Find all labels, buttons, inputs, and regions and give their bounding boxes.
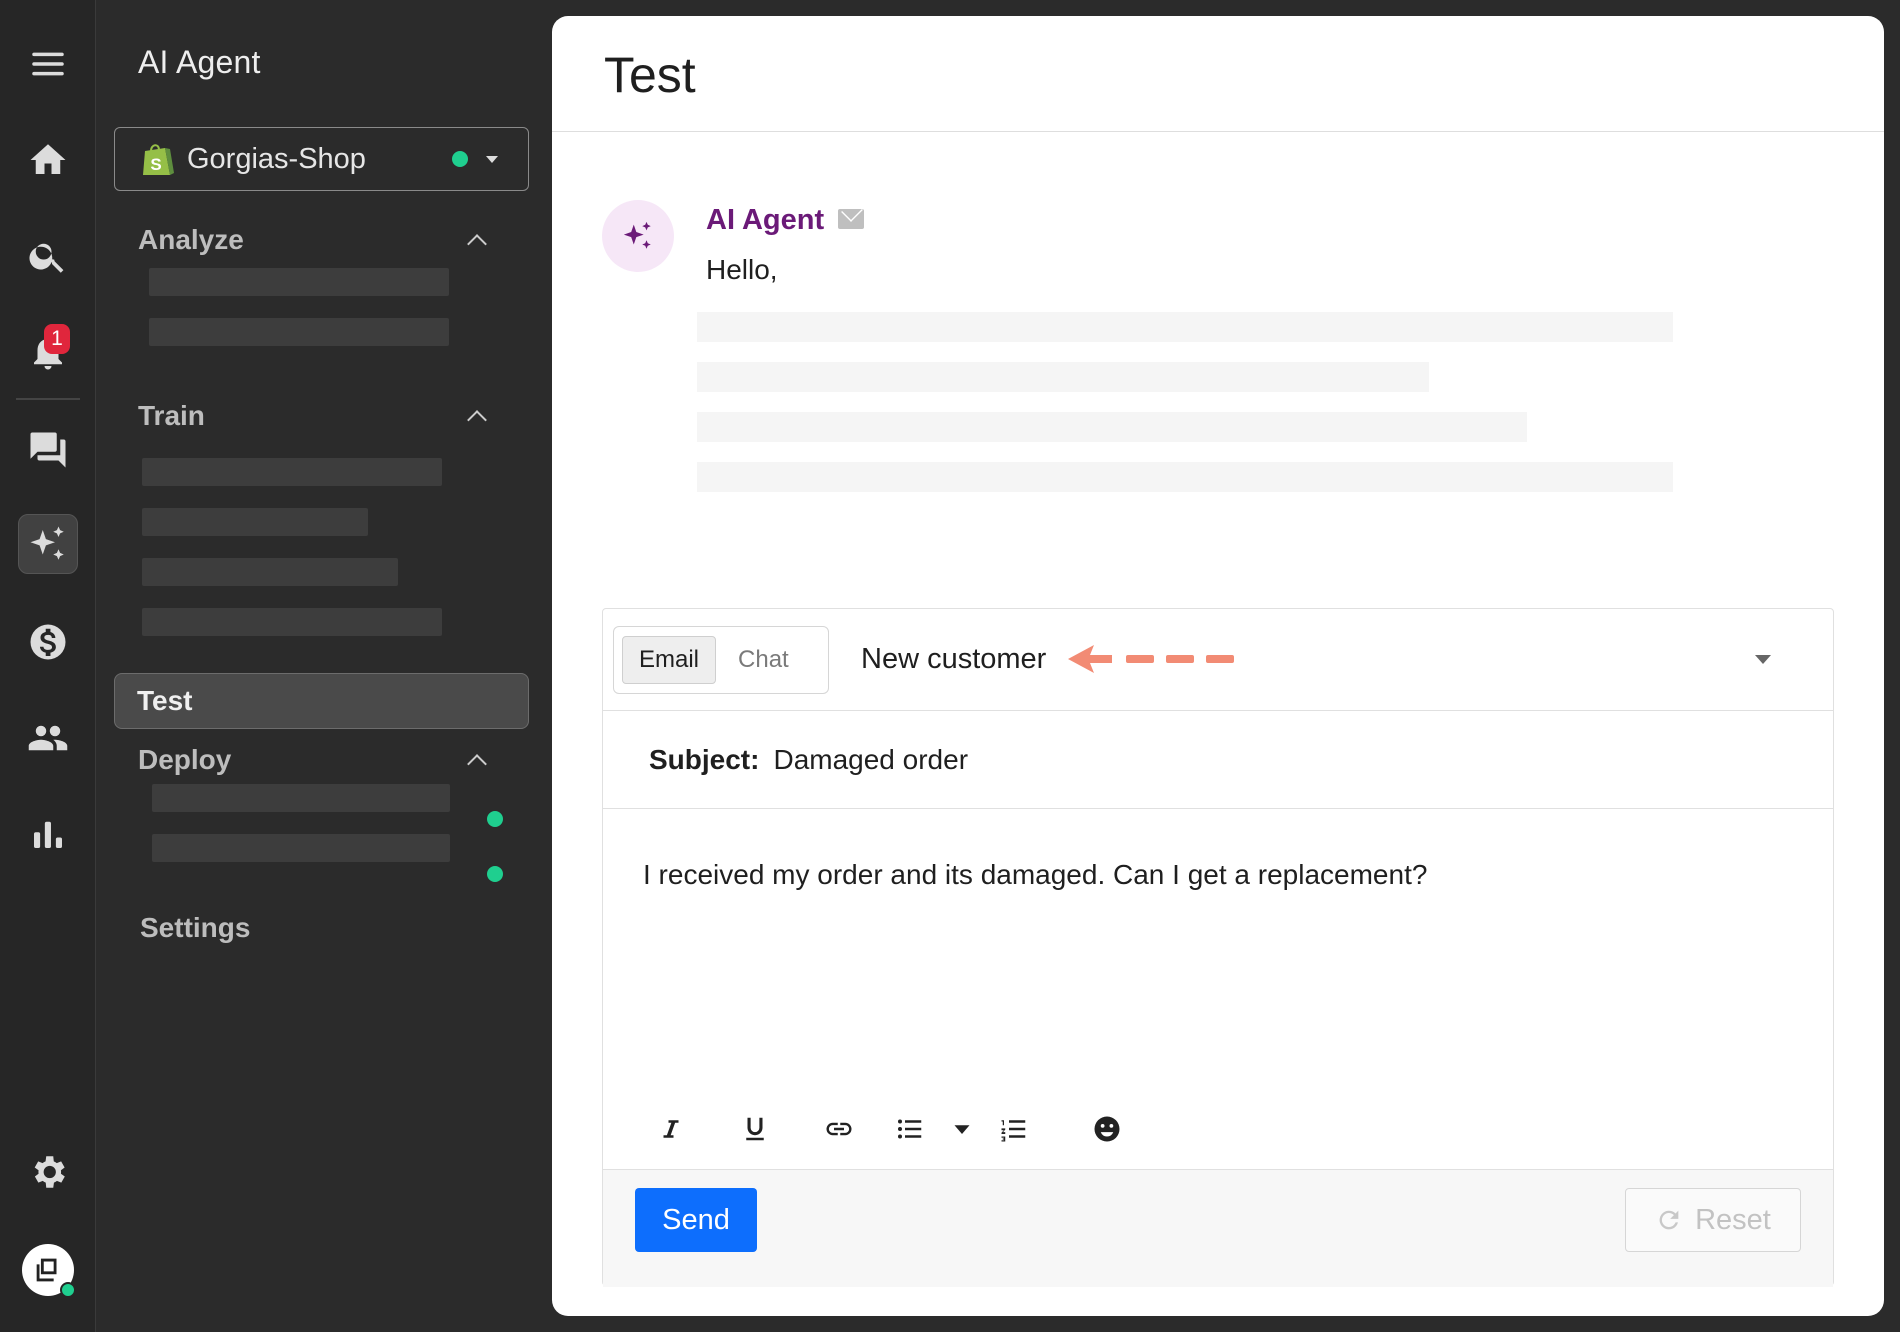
message-body-editor[interactable]: I received my order and its damaged. Can… <box>643 859 1793 891</box>
message-author: AI Agent <box>706 204 825 236</box>
deploy-item-placeholder[interactable] <box>152 784 450 812</box>
svg-text:S: S <box>150 155 161 174</box>
account-logo-icon <box>36 1258 57 1282</box>
underline-icon[interactable] <box>727 1105 783 1153</box>
notification-badge: 1 <box>44 324 70 354</box>
shopify-icon: S <box>143 144 174 175</box>
gear-icon[interactable] <box>18 1142 78 1202</box>
message-greeting: Hello, <box>706 254 778 285</box>
train-item-placeholder[interactable] <box>142 508 368 536</box>
sidebar-title: AI Agent <box>138 44 261 80</box>
section-train[interactable]: Train <box>138 396 508 436</box>
customer-selector[interactable]: New customer <box>861 609 1821 709</box>
message-text-placeholder <box>697 462 1673 492</box>
tab-email[interactable]: Email <box>622 636 717 684</box>
icon-rail: 1 <box>0 0 96 1332</box>
notifications-button[interactable]: 1 <box>18 322 78 382</box>
subject-label: Subject: <box>649 743 760 775</box>
search-icon[interactable] <box>18 226 78 286</box>
message-text-placeholder <box>697 412 1527 442</box>
section-deploy[interactable]: Deploy <box>138 740 508 780</box>
deploy-item-placeholder[interactable] <box>152 834 450 862</box>
customer-name: New customer <box>861 642 1047 675</box>
annotation-arrow-icon <box>1068 645 1235 673</box>
italic-icon[interactable] <box>643 1105 699 1153</box>
chevron-up-icon <box>467 410 487 430</box>
refresh-icon <box>1659 1210 1679 1230</box>
dollar-icon[interactable] <box>18 612 78 672</box>
test-composer: Email Chat New customer Subject: Damaged… <box>602 608 1834 1287</box>
channel-tabs: Email Chat <box>613 626 829 694</box>
composer-footer: Send Reset <box>603 1169 1833 1287</box>
message-text-placeholder <box>697 312 1673 342</box>
emoji-icon[interactable] <box>1079 1105 1135 1153</box>
section-analyze[interactable]: Analyze <box>138 220 508 260</box>
bullet-list-icon[interactable] <box>895 1105 925 1153</box>
reset-label: Reset <box>1695 1203 1771 1236</box>
section-train-label: Train <box>138 400 205 431</box>
ai-agent-nav-button[interactable] <box>18 514 78 574</box>
subject-row: Subject: Damaged order <box>603 711 1833 809</box>
sparkle-icon <box>30 526 64 560</box>
bar-chart-icon[interactable] <box>18 804 78 864</box>
caret-down-icon <box>486 155 498 163</box>
reset-button[interactable]: Reset <box>1625 1188 1801 1252</box>
rail-divider <box>16 398 80 400</box>
main-panel: Test AI Agent Hello, Email Chat New cust… <box>552 16 1884 1316</box>
tab-chat[interactable]: Chat <box>722 636 805 684</box>
store-selector[interactable]: S Gorgias-Shop <box>114 127 529 191</box>
deploy-status-dot <box>487 811 503 827</box>
page-title: Test <box>604 47 696 103</box>
train-item-placeholder[interactable] <box>142 608 442 636</box>
link-icon[interactable] <box>811 1105 867 1153</box>
sparkle-icon <box>623 221 651 249</box>
sidebar-item-test[interactable]: Test <box>114 673 529 729</box>
home-icon[interactable] <box>18 130 78 190</box>
subject-field[interactable]: Damaged order <box>773 744 1673 776</box>
chevron-up-icon <box>467 754 487 774</box>
chat-icon[interactable] <box>18 420 78 480</box>
avatar[interactable] <box>22 1244 76 1298</box>
store-status-dot <box>452 151 468 167</box>
sidebar-item-test-label: Test <box>137 685 193 716</box>
page-header: Test <box>552 16 1884 132</box>
chevron-up-icon <box>467 234 487 254</box>
online-status-dot <box>60 1282 76 1298</box>
message-text-placeholder <box>697 362 1429 392</box>
formatting-toolbar <box>643 1105 1163 1153</box>
train-item-placeholder[interactable] <box>142 458 442 486</box>
analyze-item-placeholder[interactable] <box>149 318 449 346</box>
caret-down-icon <box>1755 655 1771 664</box>
users-icon[interactable] <box>18 708 78 768</box>
list-dropdown-icon[interactable] <box>947 1105 977 1153</box>
store-name: Gorgias-Shop <box>187 142 366 175</box>
menu-icon[interactable] <box>18 34 78 94</box>
mail-icon <box>838 209 864 229</box>
analyze-item-placeholder[interactable] <box>149 268 449 296</box>
numbered-list-icon[interactable] <box>999 1105 1029 1153</box>
ai-agent-avatar <box>602 200 674 272</box>
section-analyze-label: Analyze <box>138 224 244 255</box>
deploy-status-dot <box>487 866 503 882</box>
send-button[interactable]: Send <box>635 1188 757 1252</box>
section-deploy-label: Deploy <box>138 744 232 775</box>
sidebar: AI Agent S Gorgias-Shop Analyze Train Te… <box>97 0 550 1332</box>
sidebar-item-settings[interactable]: Settings <box>140 912 250 944</box>
composer-header: Email Chat New customer <box>603 609 1833 711</box>
train-item-placeholder[interactable] <box>142 558 398 586</box>
